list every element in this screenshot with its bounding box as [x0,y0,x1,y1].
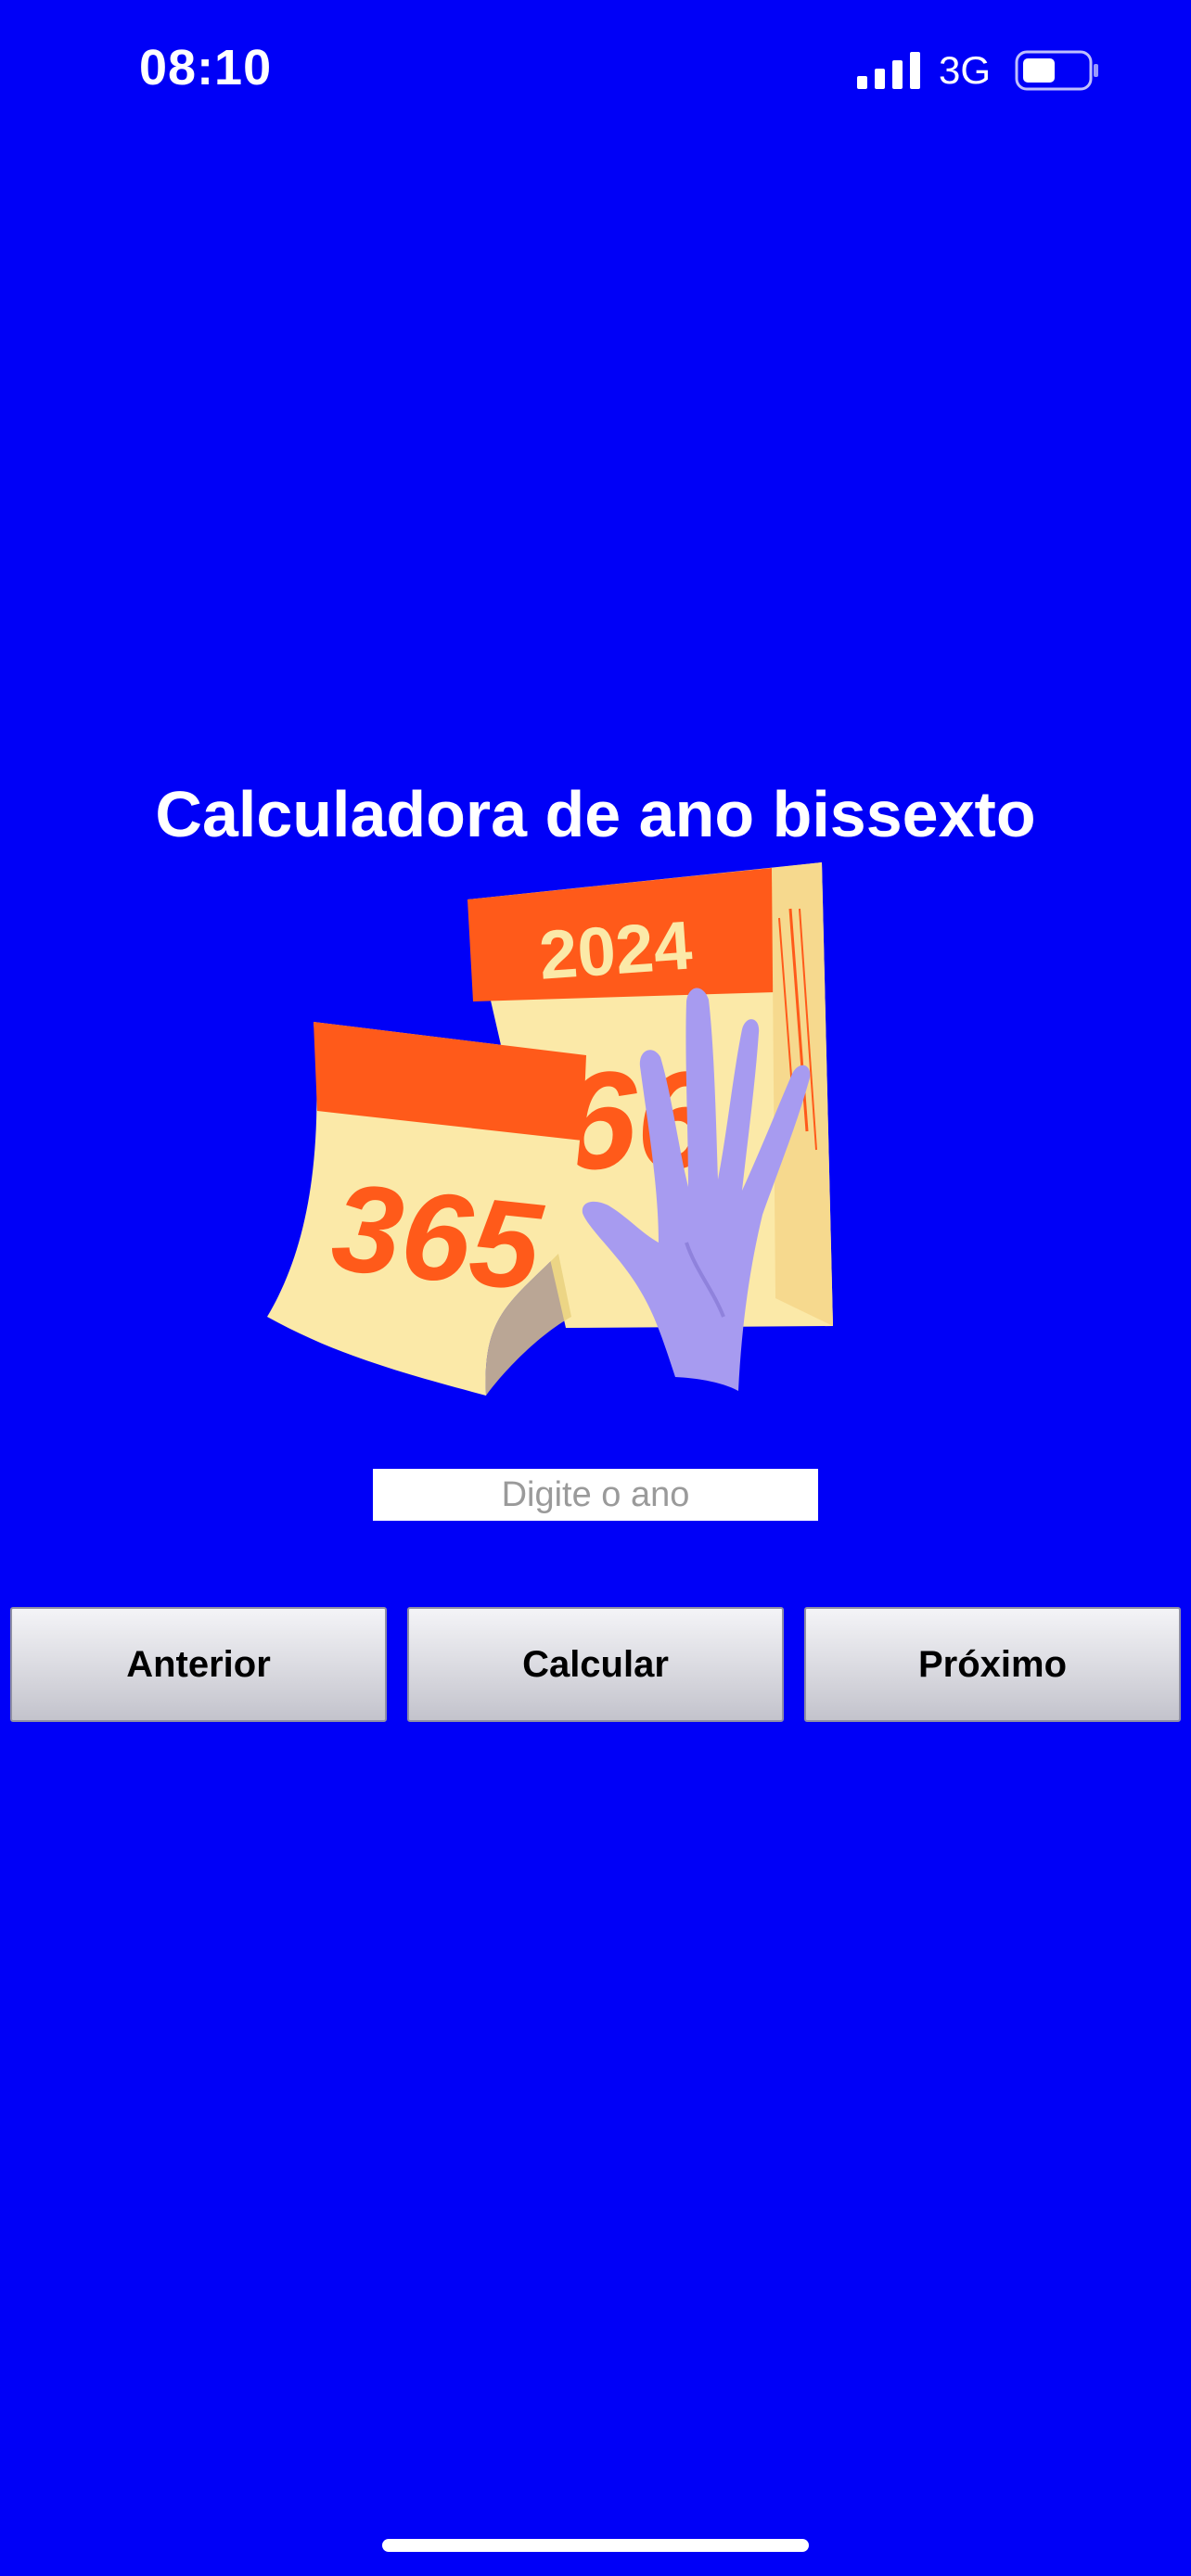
calculate-button[interactable]: Calcular [407,1607,784,1722]
leap-year-illustration: 2024 66 365 [267,862,833,1396]
status-time: 08:10 [139,40,273,96]
network-label: 3G [939,48,992,92]
year-input[interactable] [373,1469,818,1521]
status-bar: 08:10 3G [0,0,1191,139]
next-button[interactable]: Próximo [804,1607,1181,1722]
signal-icon [857,52,920,89]
calendar-year-text: 2024 [537,906,695,993]
previous-button[interactable]: Anterior [10,1607,387,1722]
calendar-front-number-text: 365 [327,1158,549,1318]
page-title: Calculadora de ano bissexto [155,778,1036,850]
battery-icon [1015,50,1098,91]
home-indicator[interactable] [382,2539,809,2552]
calendar-365-icon: 365 [267,1022,586,1396]
